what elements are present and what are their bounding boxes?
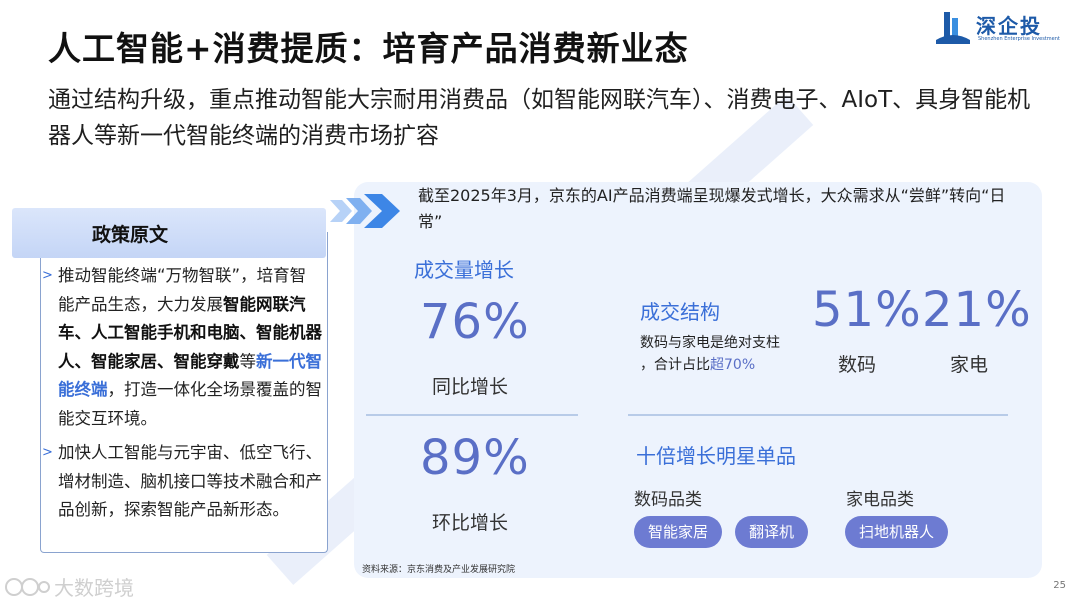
logo-name: 深企投 <box>976 14 1042 38</box>
yoy-label: 同比增长 <box>432 376 509 398</box>
page-subtitle: 通过结构升级，重点推动智能大宗耐用消费品（如智能网联汽车）、消费电子、AIoT、… <box>48 87 1031 149</box>
policy-heading-bar: 政策原文 <box>12 208 326 258</box>
digital-share-label: 数码 <box>838 354 877 376</box>
mom-value: 89% <box>420 430 530 486</box>
logo-mark-icon <box>936 12 970 44</box>
logo-english: Shenzhen Enterprise Investment <box>978 36 1060 42</box>
appliance-category-label: 家电品类 <box>846 490 914 510</box>
divider-right <box>628 414 1008 416</box>
structure-desc-highlight: 超70% <box>710 357 756 373</box>
policy-text: > 推动智能终端“万物智联”，培育智能产品生态，大力发展智能网联汽车、人工智能手… <box>42 262 322 531</box>
product-pill-smart-home: 智能家居 <box>634 516 723 548</box>
panel-intro: 截至2025年3月，京东的AI产品消费端呈现爆发式增长，大众需求从“尝鲜”转向“… <box>418 186 1006 231</box>
footer-watermark: 大数跨境 <box>4 572 134 601</box>
yoy-value: 76% <box>420 294 530 350</box>
policy-bullet-1: > 推动智能终端“万物智联”，培育智能产品生态，大力发展智能网联汽车、人工智能手… <box>42 262 322 433</box>
watermark-text: 大数跨境 <box>54 576 134 600</box>
divider-left <box>366 414 578 416</box>
bullet2-text: 加快人工智能与元宇宙、低空飞行、增材制造、脑机接口等技术融合和产品创新，探索智能… <box>58 443 322 519</box>
appliance-share-label: 家电 <box>950 354 989 376</box>
product-pill-translator: 翻译机 <box>735 516 809 548</box>
source-note: 资料来源：京东消费及产业发展研究院 <box>362 565 516 575</box>
structure-desc-line1: 数码与家电是绝对支柱 <box>640 335 780 351</box>
company-logo: 深企投 Shenzhen Enterprise Investment <box>934 10 1060 46</box>
structure-title: 成交结构 <box>640 300 720 324</box>
page-number: 25 <box>1053 580 1066 591</box>
appliance-share-value: 21% <box>922 282 1032 338</box>
structure-desc-line2: ，合计占比超70% <box>640 354 755 376</box>
policy-bullet-2: > 加快人工智能与元宇宙、低空飞行、增材制造、脑机接口等技术融合和产品创新，探索… <box>42 439 322 525</box>
bullet-arrow-icon: > <box>42 268 53 283</box>
chevron-arrows-icon <box>330 194 400 228</box>
bullet-arrow-icon: > <box>42 445 53 460</box>
page-title: 人工智能+消费提质：培育产品消费新业态 <box>48 29 689 68</box>
watermark-logo-icon <box>5 577 50 596</box>
volume-title: 成交量增长 <box>414 258 514 282</box>
stars-title: 十倍增长明星单品 <box>636 444 796 468</box>
mom-label: 环比增长 <box>432 512 509 534</box>
policy-heading: 政策原文 <box>92 224 169 246</box>
structure-desc-text: ，合计占比 <box>640 357 710 373</box>
digital-category-label: 数码品类 <box>634 490 702 510</box>
bullet1-text-2: 等 <box>239 351 257 371</box>
product-pill-robot-vacuum: 扫地机器人 <box>845 516 949 548</box>
digital-share-value: 51% <box>812 282 922 338</box>
